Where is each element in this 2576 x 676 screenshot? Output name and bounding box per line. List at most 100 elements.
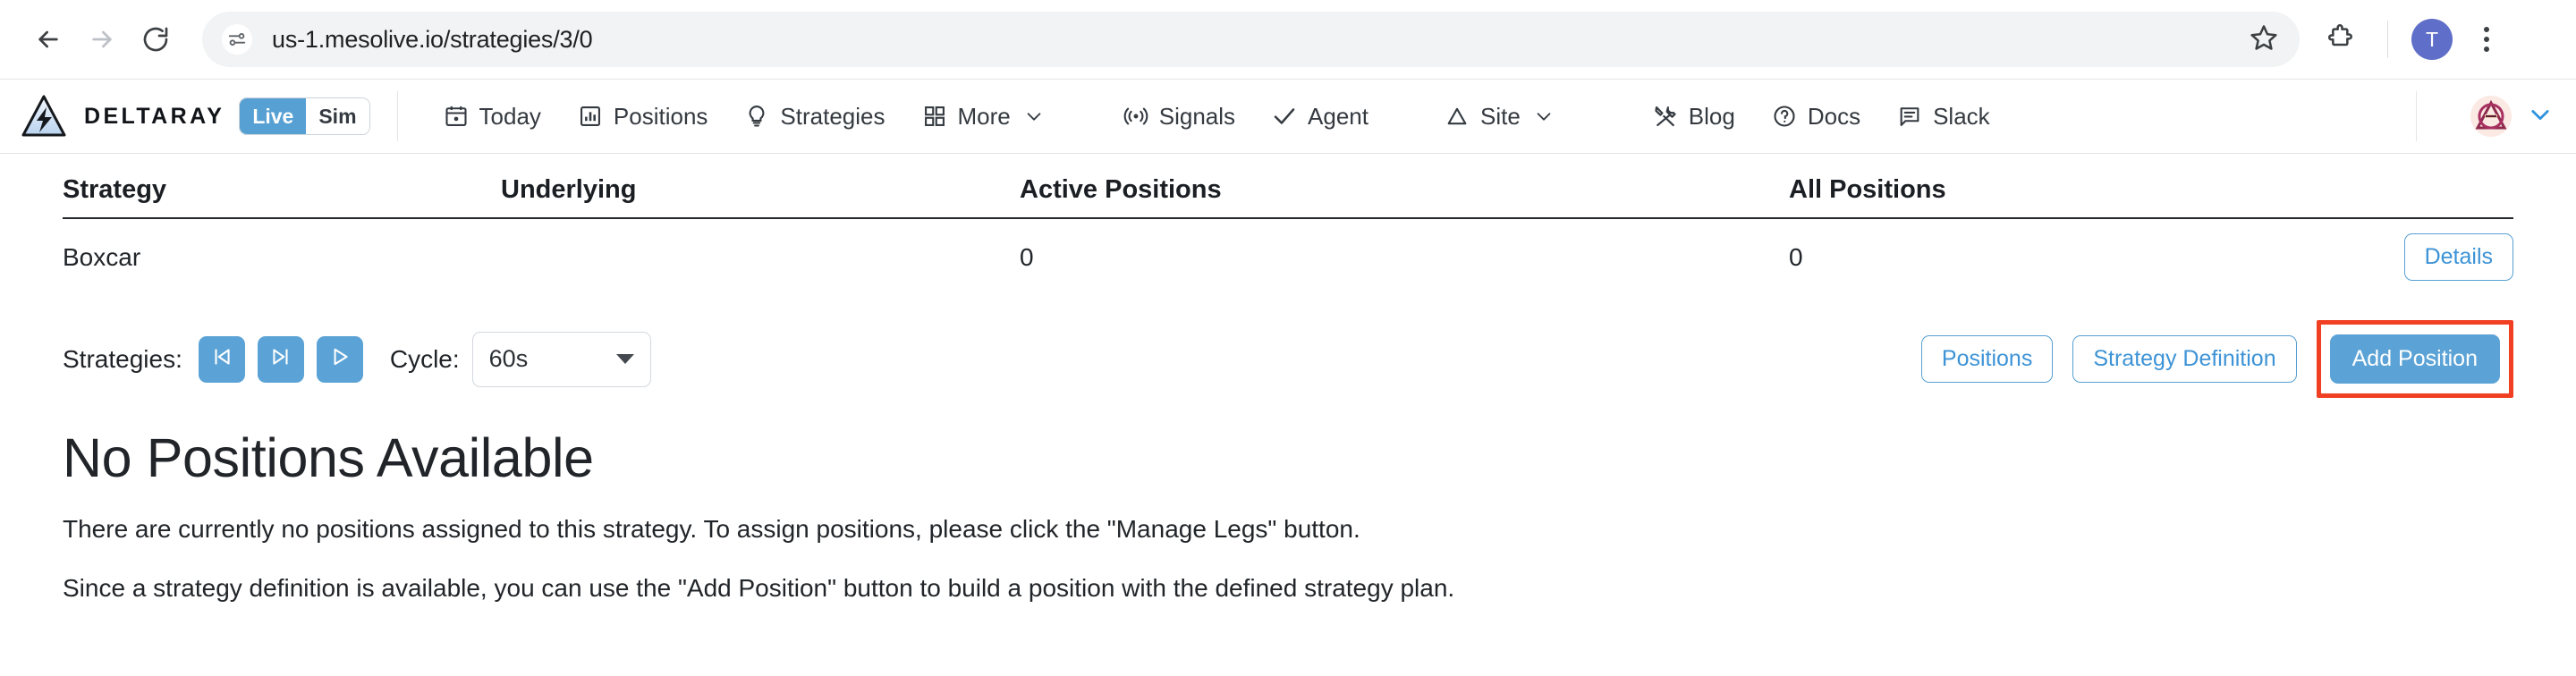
chrome-menu-button[interactable] <box>2465 16 2508 63</box>
header-divider <box>2416 91 2417 141</box>
cell-active-positions: 0 <box>1020 242 1034 271</box>
site-settings-icon[interactable] <box>222 24 252 55</box>
three-dot-menu-icon <box>2484 37 2489 42</box>
profile-initial: T <box>2425 27 2439 51</box>
strategy-definition-button[interactable]: Strategy Definition <box>2072 335 2297 383</box>
details-button[interactable]: Details <box>2403 233 2513 281</box>
cycle-select[interactable]: 60s <box>471 331 651 387</box>
nav-label: Today <box>479 102 541 130</box>
add-position-button[interactable]: Add Position <box>2329 334 2500 384</box>
star-icon <box>2250 23 2278 56</box>
nav-label: Strategies <box>780 102 886 130</box>
forward-arrow-icon <box>88 25 116 54</box>
nav-label: Docs <box>1807 102 1861 130</box>
nav-label: Agent <box>1308 102 1368 130</box>
strategy-table-container: Strategy Underlying Active Positions All… <box>0 154 2576 297</box>
puzzle-piece-icon <box>2326 23 2355 56</box>
brand-name: DELTARAY <box>84 103 225 129</box>
empty-state-paragraph-1: There are currently no positions assigne… <box>63 515 1360 543</box>
play-icon <box>328 345 352 373</box>
nav-item-slack[interactable]: Slack <box>1878 96 2008 138</box>
broadcast-icon <box>1123 103 1149 130</box>
address-bar[interactable]: us-1.mesolive.io/strategies/3/0 <box>202 12 2300 67</box>
calendar-icon <box>443 103 470 130</box>
triangle-icon <box>1444 103 1470 130</box>
play-strategies-button[interactable] <box>316 335 363 383</box>
table-row: Boxcar 0 0 Details <box>63 218 2513 297</box>
cell-actions: Details <box>2334 218 2513 297</box>
cell-strategy-name: Boxcar <box>63 242 141 271</box>
empty-state-paragraph-2: Since a strategy definition is available… <box>63 573 1455 602</box>
column-header-all-positions: All Positions <box>1789 154 2334 219</box>
browser-toolbar: us-1.mesolive.io/strategies/3/0 T <box>0 0 2576 79</box>
check-icon <box>1271 103 1298 130</box>
forward-button[interactable] <box>75 13 129 66</box>
reload-button[interactable] <box>129 13 182 66</box>
mode-live-button[interactable]: Live <box>240 98 307 134</box>
cell-underlying <box>501 218 1020 297</box>
strategy-action-buttons: Positions Strategy Definition Add Positi… <box>1920 320 2513 398</box>
first-strategy-button[interactable] <box>198 335 245 383</box>
lightbulb-icon <box>743 103 770 130</box>
strategy-nav-buttons <box>198 335 363 383</box>
chevron-down-icon <box>615 354 634 364</box>
nav-item-docs[interactable]: Docs <box>1753 96 1878 138</box>
column-header-active-positions: Active Positions <box>1020 154 1789 219</box>
cycle-selected-value: 60s <box>488 345 529 372</box>
nav-item-agent[interactable]: Agent <box>1253 96 1386 138</box>
table-header-row: Strategy Underlying Active Positions All… <box>63 154 2513 219</box>
chrome-profile-button[interactable]: T <box>2411 19 2453 60</box>
avatar[interactable] <box>2470 96 2512 137</box>
nav-item-blog[interactable]: Blog <box>1634 96 1753 138</box>
chevron-down-icon <box>1021 103 1047 130</box>
three-dot-menu-icon <box>2484 46 2489 52</box>
nav-item-positions[interactable]: Positions <box>559 96 726 138</box>
deltaray-triangle-bolt-logo <box>20 93 68 139</box>
next-strategy-button[interactable] <box>257 335 304 383</box>
strategy-table: Strategy Underlying Active Positions All… <box>63 154 2513 297</box>
skip-to-next-icon <box>269 345 292 373</box>
nav-item-signals[interactable]: Signals <box>1105 96 1253 138</box>
mode-sim-button[interactable]: Sim <box>306 98 369 134</box>
main-navigation: Today Positions Strategies More Signals … <box>425 96 2389 138</box>
skip-to-start-icon <box>210 345 233 373</box>
cycle-label: Cycle: <box>389 344 460 373</box>
table-body: Boxcar 0 0 Details <box>63 218 2513 297</box>
chevron-down-icon <box>1530 103 1557 130</box>
live-sim-toggle[interactable]: Live Sim <box>239 97 370 135</box>
question-circle-icon <box>1771 103 1798 130</box>
chat-bubble-icon <box>1896 103 1923 130</box>
table-head: Strategy Underlying Active Positions All… <box>63 154 2513 219</box>
extensions-button[interactable] <box>2318 16 2364 63</box>
strategy-controls-row: Strategies: Cycle: 60s Positions Strateg… <box>0 297 2576 418</box>
brand-logo-link[interactable]: DELTARAY <box>20 93 225 139</box>
strategies-label: Strategies: <box>63 344 182 373</box>
tools-icon <box>1652 103 1679 130</box>
bookmark-button[interactable] <box>2241 16 2287 63</box>
bar-chart-icon <box>577 103 604 130</box>
three-dot-menu-icon <box>2484 27 2489 32</box>
cell-all-positions: 0 <box>1789 242 1803 271</box>
back-button[interactable] <box>21 13 75 66</box>
nav-label: Positions <box>613 102 708 130</box>
nav-item-site[interactable]: Site <box>1426 96 1575 138</box>
page-title: No Positions Available <box>63 427 594 488</box>
nav-label: More <box>957 102 1011 130</box>
column-header-underlying: Underlying <box>501 154 1020 219</box>
add-position-highlight: Add Position <box>2316 320 2513 398</box>
grid-icon <box>921 103 948 130</box>
user-menu[interactable] <box>2444 96 2553 137</box>
chevron-down-icon[interactable] <box>2528 102 2553 131</box>
nav-label: Slack <box>1933 102 1990 130</box>
nav-label: Blog <box>1688 102 1735 130</box>
nav-item-more[interactable]: More <box>903 96 1065 138</box>
column-header-strategy: Strategy <box>63 154 501 219</box>
header-divider <box>396 91 398 141</box>
nav-label: Site <box>1479 102 1521 130</box>
toolbar-divider <box>2387 21 2388 58</box>
nav-item-today[interactable]: Today <box>425 96 559 138</box>
positions-button[interactable]: Positions <box>1920 335 2054 383</box>
nav-label: Signals <box>1158 102 1236 130</box>
back-arrow-icon <box>34 25 63 54</box>
nav-item-strategies[interactable]: Strategies <box>725 96 902 138</box>
